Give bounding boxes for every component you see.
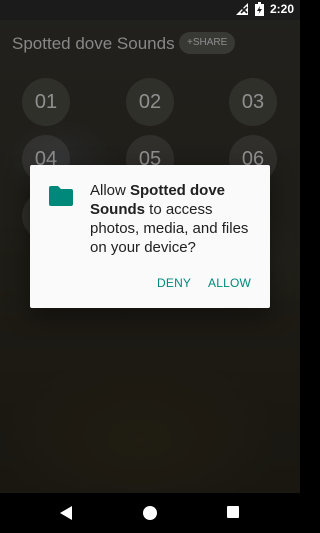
clock-time: 2:20: [269, 2, 294, 16]
deny-button[interactable]: DENY: [157, 276, 191, 290]
back-icon[interactable]: [59, 505, 73, 526]
status-icons: 2:20: [235, 2, 294, 16]
battery-charging-icon: [254, 2, 264, 16]
folder-icon: [48, 185, 74, 207]
navigation-bar: [0, 493, 300, 533]
no-signal-icon: [235, 2, 249, 16]
allow-button[interactable]: ALLOW: [208, 276, 251, 290]
status-bar: 2:20: [0, 0, 300, 20]
permission-message: Allow Spotted dove Sounds to access phot…: [90, 181, 258, 257]
recents-icon[interactable]: [227, 506, 239, 518]
message-prefix: Allow: [90, 182, 131, 199]
home-icon[interactable]: [143, 506, 157, 520]
permission-dialog: Allow Spotted dove Sounds to access phot…: [30, 165, 270, 308]
